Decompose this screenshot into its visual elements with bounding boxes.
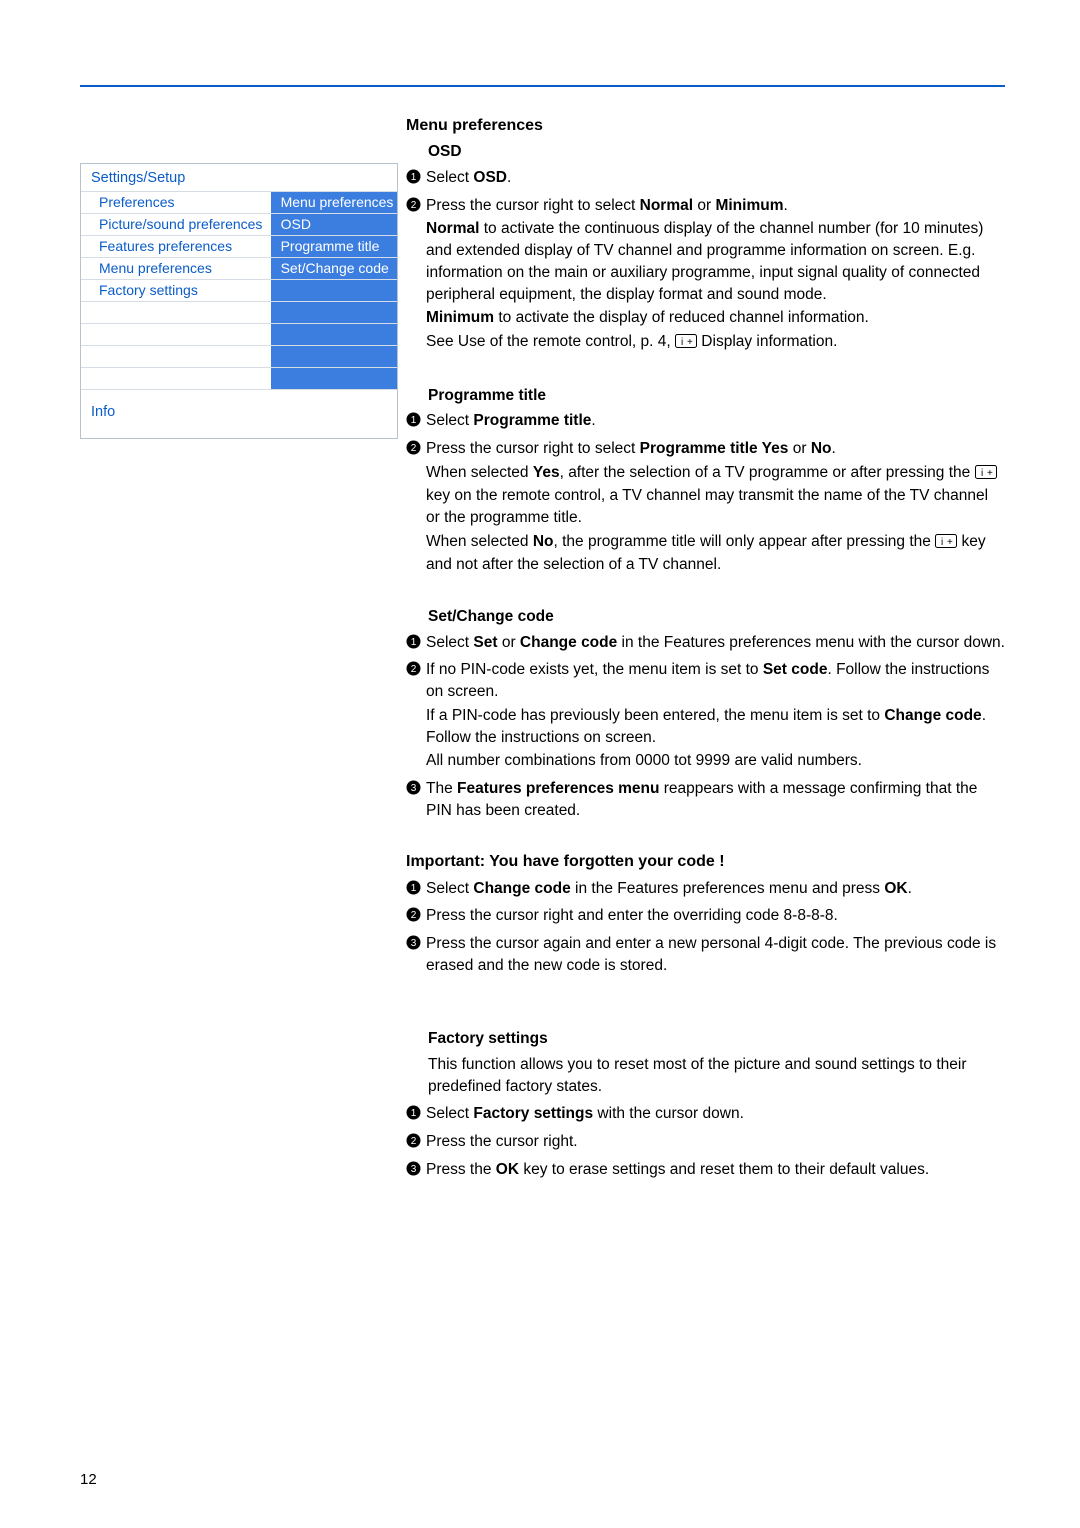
tv-menu-row (81, 323, 397, 345)
set-change-code-heading: Set/Change code (428, 606, 1005, 628)
factory-step-2: 2 Press the cursor right. (406, 1131, 1005, 1155)
svg-text:1: 1 (411, 1108, 417, 1119)
circled-1-icon: 1 (406, 880, 426, 896)
info-plus-icon: i+ (675, 333, 697, 355)
tv-menu-row: Factory settings (81, 279, 397, 301)
tv-menu-row (81, 345, 397, 367)
svg-text:i: i (941, 537, 943, 548)
setcode-step-3: 3 The Features preferences menu reappear… (406, 778, 1005, 823)
tv-menu-cell-left: Menu preferences (81, 258, 271, 279)
tv-menu-title: Settings/Setup (81, 164, 397, 191)
page-number: 12 (80, 1471, 97, 1488)
prog-step-2: 2 Press the cursor right to select Progr… (406, 438, 1005, 578)
main-heading: Menu preferences (406, 115, 1005, 137)
circled-2-icon: 2 (406, 440, 426, 456)
svg-text:1: 1 (411, 883, 417, 894)
tv-menu-info: Info (81, 389, 397, 438)
svg-text:3: 3 (411, 783, 417, 794)
tv-menu-cell-right: Set/Change code (271, 258, 397, 279)
svg-text:+: + (987, 468, 993, 479)
osd-step-2: 2 Press the cursor right to select Norma… (406, 195, 1005, 357)
circled-2-icon: 2 (406, 907, 426, 923)
circled-1-icon: 1 (406, 634, 426, 650)
tv-menu-cell-right (271, 280, 397, 301)
forgot-step-1: 1 Select Change code in the Features pre… (406, 878, 1005, 902)
svg-text:2: 2 (411, 664, 417, 675)
circled-3-icon: 3 (406, 780, 426, 796)
factory-intro: This function allows you to reset most o… (428, 1054, 1005, 1097)
forgot-step-3: 3 Press the cursor again and enter a new… (406, 933, 1005, 978)
svg-text:3: 3 (411, 1164, 417, 1175)
svg-text:1: 1 (411, 637, 417, 648)
tv-menu-right-header: Menu preferences (271, 192, 397, 213)
circled-2-icon: 2 (406, 1133, 426, 1149)
svg-text:2: 2 (411, 1136, 417, 1147)
info-plus-icon: i+ (935, 533, 957, 555)
factory-step-3: 3 Press the OK key to erase settings and… (406, 1159, 1005, 1183)
osd-step-1: 1 Select OSD. (406, 167, 1005, 191)
tv-menu-cell-left: Features preferences (81, 236, 271, 257)
circled-2-icon: 2 (406, 197, 426, 213)
tv-menu-row: Features preferences Programme title (81, 235, 397, 257)
svg-text:2: 2 (411, 443, 417, 454)
programme-title-heading: Programme title (428, 385, 1005, 407)
svg-text:1: 1 (411, 172, 417, 183)
circled-1-icon: 1 (406, 1105, 426, 1121)
forgot-code-heading: Important: You have forgotten your code … (406, 851, 1005, 873)
tv-menu-cell-right: Programme title (271, 236, 397, 257)
tv-menu-left-header: Preferences (81, 192, 271, 213)
svg-text:i: i (681, 337, 683, 348)
tv-menu-row (81, 367, 397, 389)
tv-menu-row: Menu preferences Set/Change code (81, 257, 397, 279)
svg-text:2: 2 (411, 910, 417, 921)
circled-1-icon: 1 (406, 412, 426, 428)
top-rule (80, 85, 1005, 87)
tv-menu-row (81, 301, 397, 323)
svg-text:1: 1 (411, 415, 417, 426)
tv-menu-cell-right: OSD (271, 214, 397, 235)
setcode-step-2: 2 If no PIN-code exists yet, the menu it… (406, 659, 1005, 773)
circled-1-icon: 1 (406, 169, 426, 185)
info-plus-icon: i+ (975, 464, 997, 486)
svg-text:2: 2 (411, 200, 417, 211)
tv-menu-cell-left: Factory settings (81, 280, 271, 301)
tv-menu-row: Picture/sound preferences OSD (81, 213, 397, 235)
svg-text:+: + (687, 337, 693, 348)
setcode-step-1: 1 Select Set or Change code in the Featu… (406, 632, 1005, 656)
factory-step-1: 1 Select Factory settings with the curso… (406, 1103, 1005, 1127)
factory-heading: Factory settings (428, 1028, 1005, 1050)
circled-3-icon: 3 (406, 1161, 426, 1177)
svg-text:3: 3 (411, 938, 417, 949)
svg-text:i: i (981, 468, 983, 479)
circled-2-icon: 2 (406, 661, 426, 677)
svg-text:+: + (947, 537, 953, 548)
forgot-step-2: 2 Press the cursor right and enter the o… (406, 905, 1005, 929)
prog-step-1: 1 Select Programme title. (406, 410, 1005, 434)
osd-heading: OSD (428, 141, 1005, 163)
tv-menu-cell-left: Picture/sound preferences (81, 214, 271, 235)
tv-menu-header-row: Preferences Menu preferences (81, 191, 397, 213)
circled-3-icon: 3 (406, 935, 426, 951)
tv-menu-box: Settings/Setup Preferences Menu preferen… (80, 163, 398, 439)
